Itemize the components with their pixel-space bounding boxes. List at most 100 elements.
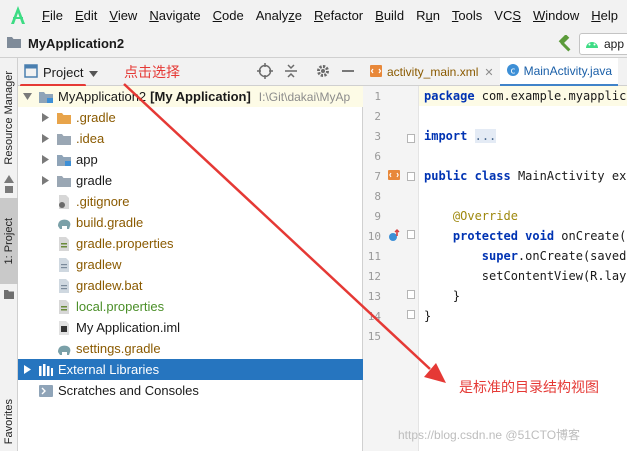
run-configuration-select[interactable]: app (579, 33, 627, 55)
tree-item-label: local.properties (76, 299, 165, 314)
tree-item-label: gradle (76, 173, 113, 188)
fold-marker-icon[interactable] (407, 310, 415, 319)
close-icon[interactable]: ✕ (484, 66, 493, 79)
line-number: 1 (374, 90, 381, 103)
editor-tab-activity-main[interactable]: activity_main.xml ✕ (363, 58, 500, 86)
chevron-right-icon[interactable] (22, 365, 32, 374)
folder-icon (6, 35, 22, 52)
menu-help[interactable]: Help (585, 8, 624, 23)
folder-grey-icon (56, 131, 72, 147)
menu-edit[interactable]: Edit (69, 8, 103, 23)
code-line: } (424, 286, 460, 306)
menu-navigate[interactable]: Navigate (143, 8, 206, 23)
tree-item-scratches-and-consoles[interactable]: Scratches and Consoles (18, 380, 363, 401)
menu-view[interactable]: View (103, 8, 143, 23)
tree-item-gradlew-bat[interactable]: gradlew.bat (18, 275, 363, 296)
annotation-caption: 是标准的目录结构视图 (459, 379, 599, 395)
menu-analyze[interactable]: Analyze (250, 8, 308, 23)
keyword: void (525, 229, 555, 243)
tree-item-label: settings.gradle (76, 341, 161, 356)
line-number: 15 (367, 330, 381, 343)
code-text: .onCreate(savedI (517, 249, 627, 263)
fold-marker-icon[interactable] (407, 172, 415, 181)
fold-marker-icon[interactable] (407, 230, 415, 239)
code-line: @Override (424, 206, 518, 226)
tree-item-label: External Libraries (58, 362, 160, 377)
activity-marker-icon[interactable] (387, 168, 401, 185)
tree-item-build-gradle[interactable]: build.gradle (18, 212, 363, 233)
tree-item-gradle[interactable]: .gradle (18, 107, 363, 128)
code-line: setContentView(R.layo (424, 266, 627, 286)
fold-marker-icon[interactable] (407, 134, 415, 143)
tree-item-label: .gitignore (76, 194, 130, 209)
menu-code[interactable]: Code (207, 8, 250, 23)
fold-marker-icon[interactable] (407, 290, 415, 299)
tree-item-label: My Application.iml (76, 320, 181, 335)
tree-item-app[interactable]: app (18, 149, 363, 170)
tree-item-local-properties[interactable]: local.properties (18, 296, 363, 317)
menu-vcs[interactable]: VCS (488, 8, 527, 23)
project-view-dropdown[interactable]: Project (24, 62, 99, 82)
line-number: 3 (374, 130, 381, 143)
tree-item-gradle-properties[interactable]: gradle.properties (18, 233, 363, 254)
left-tool-strip: Resource Manager 1: Project Favorites (0, 58, 18, 451)
tree-item-gitignore[interactable]: .gitignore (18, 191, 363, 212)
android-icon (584, 37, 600, 52)
menu-run[interactable]: Run (410, 8, 446, 23)
tree-item-settings-gradle[interactable]: settings.gradle (18, 338, 363, 359)
line-number: 12 (367, 270, 381, 283)
menu-tools[interactable]: Tools (446, 8, 488, 23)
locate-target-icon[interactable] (257, 63, 273, 82)
chevron-right-icon[interactable] (40, 155, 50, 164)
menu-refactor[interactable]: Refactor (308, 8, 369, 23)
tool-tab-favorites[interactable]: Favorites (0, 396, 18, 448)
collapse-all-icon[interactable] (283, 63, 299, 82)
code-line: } (424, 306, 431, 326)
build-hammer-icon[interactable] (556, 34, 574, 56)
gitignore-file-icon (56, 194, 72, 210)
chevron-right-icon[interactable] (40, 176, 50, 185)
breadcrumb-project[interactable]: MyApplication2 (28, 36, 124, 51)
line-number: 10 (367, 230, 381, 243)
run-configuration-label: app (604, 37, 625, 51)
menu-items: File Edit View Navigate Code Analyze Refactor B… (36, 8, 624, 23)
override-marker-icon[interactable] (387, 229, 401, 246)
tree-item-idea[interactable]: .idea (18, 128, 363, 149)
tree-item-label: Scratches and Consoles (58, 383, 199, 398)
chevron-right-icon[interactable] (40, 134, 50, 143)
tree-item-external-libraries[interactable]: External Libraries (18, 359, 363, 380)
tree-item-label: .gradle (76, 110, 116, 125)
tool-tab-resource-manager-label: Resource Manager (3, 71, 15, 165)
minimize-icon[interactable] (341, 63, 355, 82)
tool-tab-resource-manager[interactable]: Resource Manager (0, 66, 18, 170)
menu-window[interactable]: Window (527, 8, 585, 23)
chevron-right-icon[interactable] (40, 113, 50, 122)
gear-icon[interactable] (315, 63, 331, 82)
resource-manager-icon (3, 174, 15, 197)
tree-item-label: build.gradle (76, 215, 144, 230)
tree-item-label: gradlew (76, 257, 122, 272)
editor-tab-main-activity[interactable]: c MainActivity.java (499, 58, 619, 86)
project-view-icon (24, 63, 38, 81)
tree-item-myapplication2[interactable]: MyApplication2 [My Application] I:\Git\dak… (18, 86, 363, 107)
tree-item-gradle[interactable]: gradle (18, 170, 363, 191)
text-file-icon (56, 257, 72, 273)
tool-tab-project[interactable]: 1: Project (0, 198, 18, 284)
annotation: @Override (452, 209, 518, 223)
module-folder-icon (56, 152, 72, 168)
chevron-down-icon[interactable] (22, 93, 32, 100)
code-text: com.example.myapplica (474, 89, 627, 103)
tree-item-label: MyApplication2 (58, 89, 147, 104)
properties-file-icon (56, 236, 72, 252)
menu-build[interactable]: Build (369, 8, 410, 23)
project-folder-icon (3, 288, 15, 303)
menu-file[interactable]: File (36, 8, 69, 23)
tool-tab-project-label: 1: Project (3, 217, 15, 265)
line-number: 7 (374, 170, 381, 183)
line-number: 9 (374, 210, 381, 223)
tree-item-my-application-iml[interactable]: My Application.iml (18, 317, 363, 338)
keyword: protected (452, 229, 518, 243)
svg-text:c: c (510, 66, 515, 76)
tree-item-gradlew[interactable]: gradlew (18, 254, 363, 275)
folded-imports[interactable]: ... (474, 129, 497, 143)
